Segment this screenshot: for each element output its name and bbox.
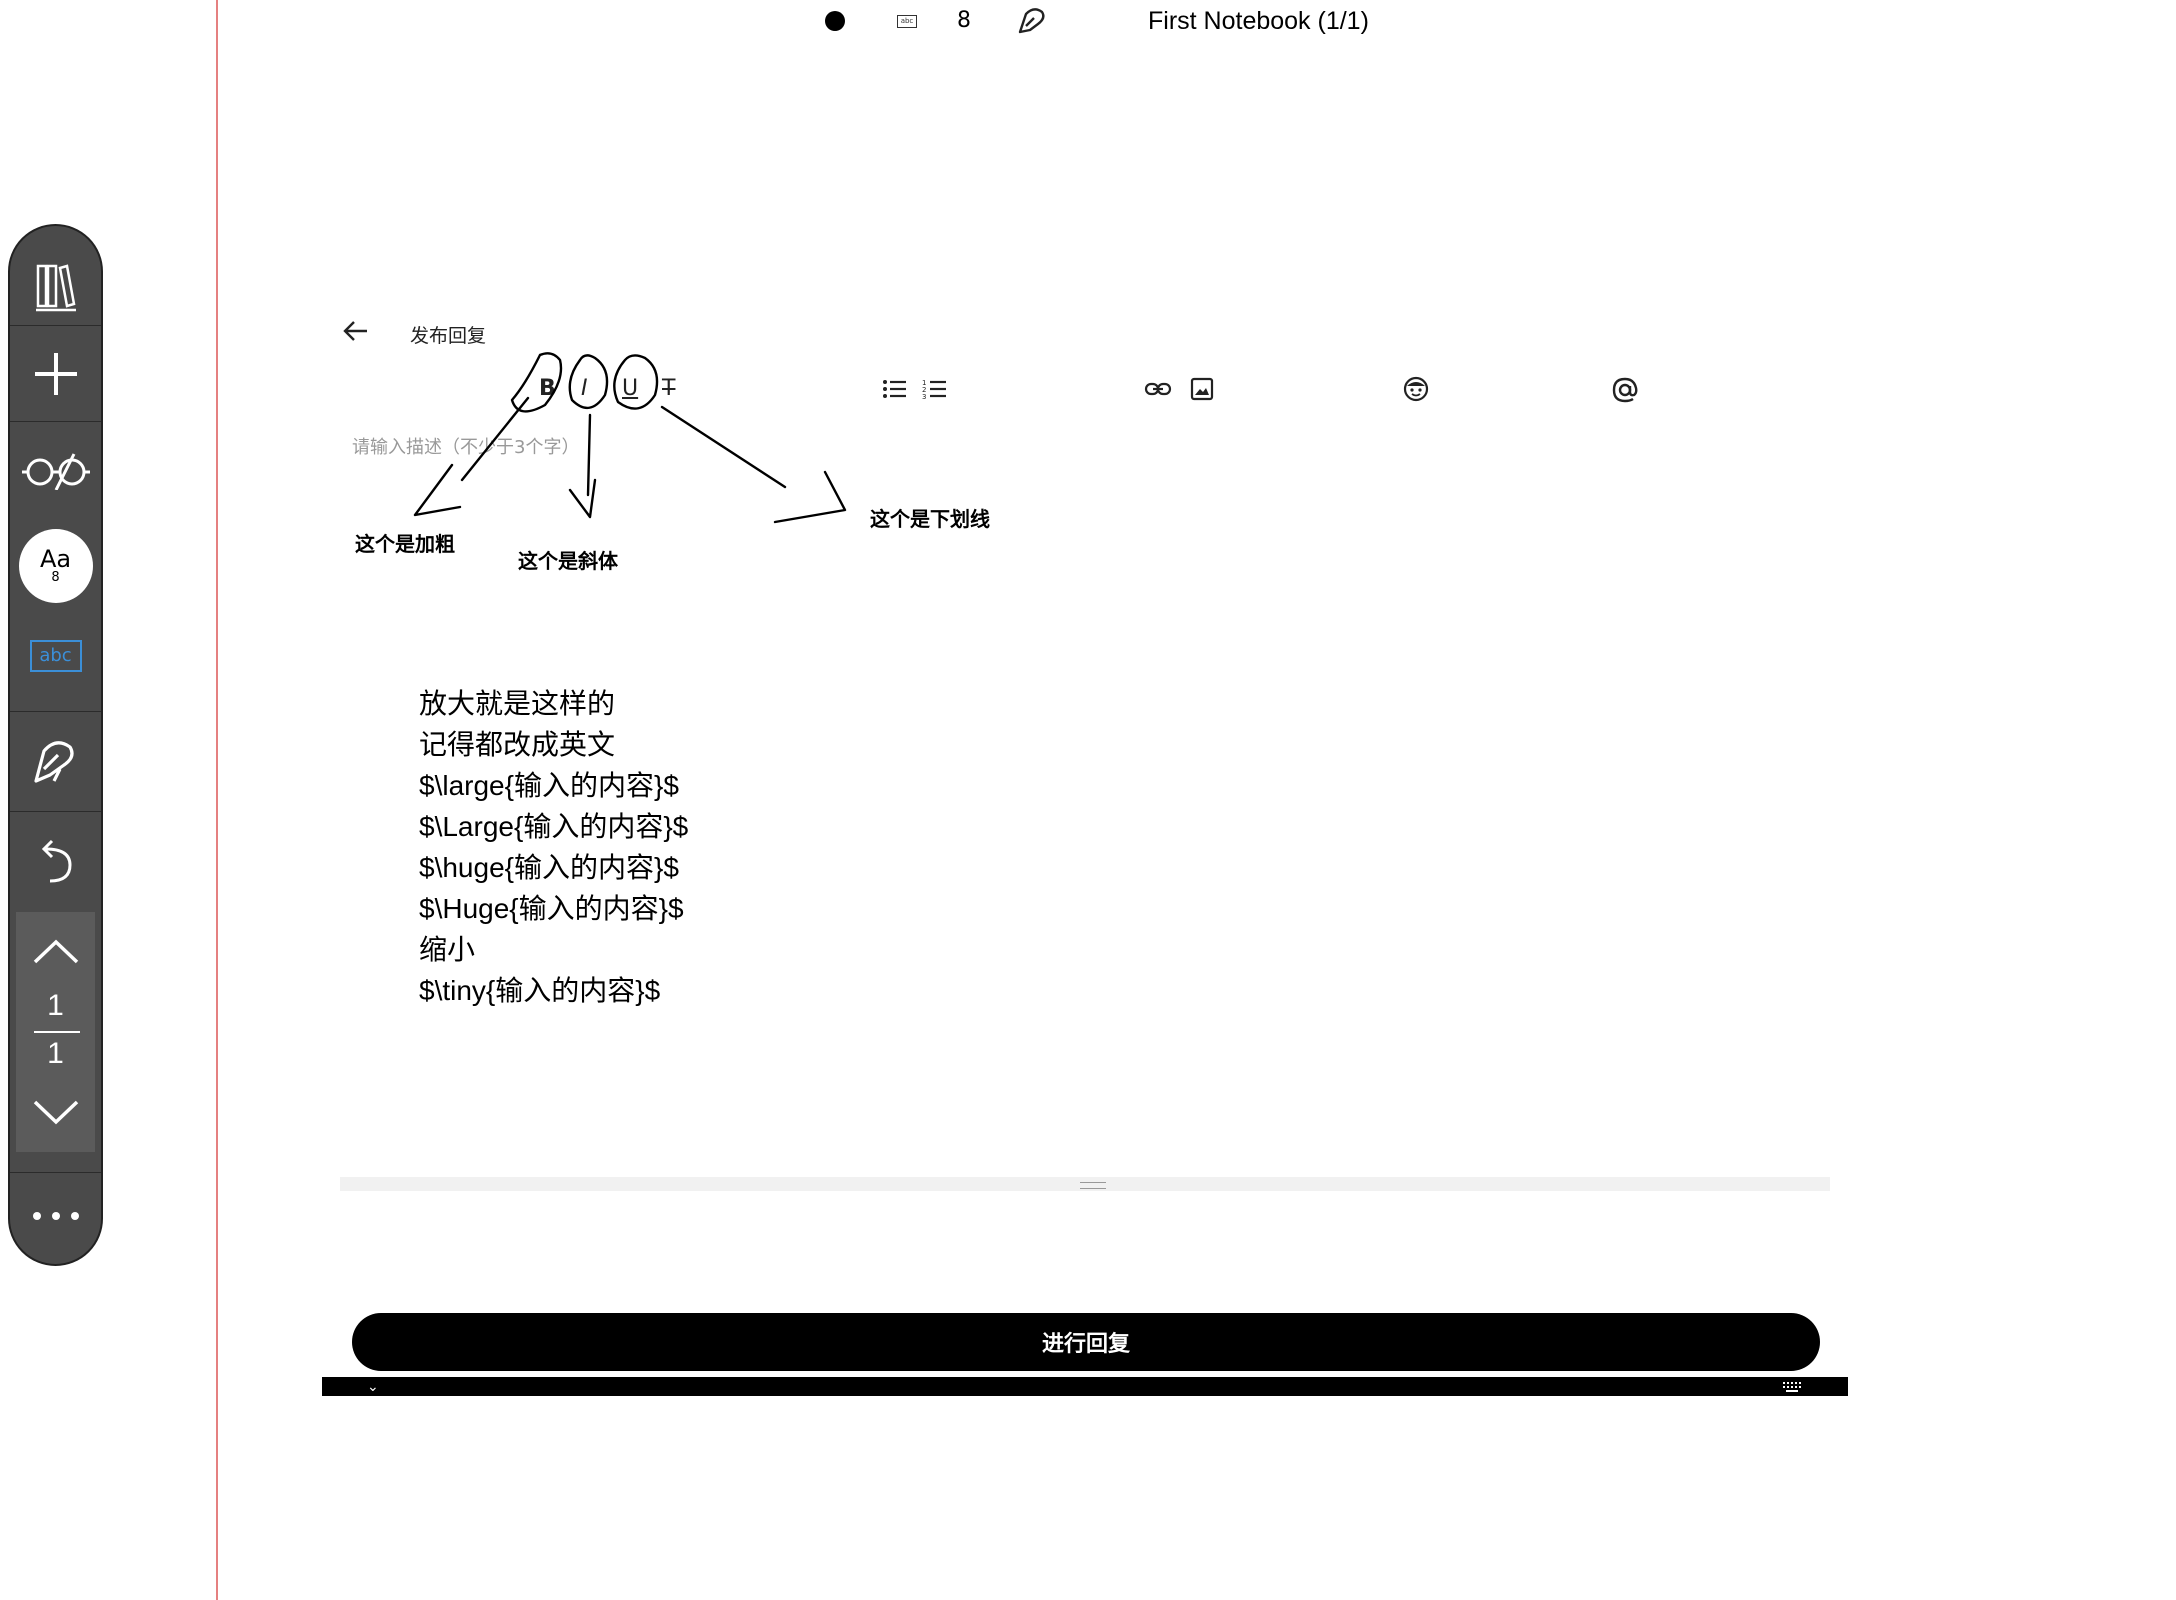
link-icon[interactable] [1144, 379, 1172, 399]
image-icon[interactable] [1190, 377, 1214, 401]
editor-resize-bar[interactable] [340, 1177, 1830, 1191]
emoji-icon[interactable] [1403, 376, 1429, 402]
bullet-list-icon[interactable] [882, 377, 908, 401]
glasses-icon [21, 453, 90, 490]
reply-panel: 发布回复 B I U T 123 请输入描述（不少于3个字） 这个是加粗 这个是… [322, 303, 1848, 1396]
more-icon [32, 1212, 79, 1220]
note-line: 记得都改成英文 [419, 729, 616, 760]
pen-tool-button[interactable] [10, 726, 101, 796]
clear-format-button[interactable]: T [662, 375, 675, 403]
font-settings-button[interactable]: Aa 8 [10, 524, 101, 608]
add-page-button[interactable] [10, 344, 101, 404]
margin-line [216, 0, 218, 1600]
font-label: Aa [39, 545, 72, 573]
page-title: 发布回复 [410, 325, 487, 347]
bold-button[interactable]: B [539, 375, 556, 403]
current-page: 1 [10, 986, 101, 1026]
svg-text:3: 3 [922, 393, 926, 401]
note-line: 放大就是这样的 [419, 688, 616, 719]
read-mode-button[interactable] [10, 440, 101, 500]
pen-color-dot[interactable] [825, 11, 845, 31]
page-divider [34, 1031, 80, 1033]
italic-annotation: 这个是斜体 [518, 549, 618, 573]
undo-button[interactable] [10, 826, 101, 896]
plus-icon [34, 353, 77, 395]
page-up-button[interactable] [10, 926, 101, 976]
font-badge: Aa 8 [18, 529, 93, 603]
underline-annotation: 这个是下划线 [870, 507, 990, 531]
handwritten-notes: 放大就是这样的 记得都改成英文 $\large{输入的内容}$ $\Large{… [419, 683, 688, 1011]
note-line: $\Huge{输入的内容}$ [419, 893, 684, 924]
underline-button[interactable]: U [622, 375, 638, 403]
drag-handle-icon[interactable] [1080, 1182, 1106, 1189]
font-size-indicator: 8 [957, 8, 971, 33]
note-line: $\tiny{输入的内容}$ [419, 975, 661, 1006]
description-input[interactable]: 请输入描述（不少于3个字） [352, 433, 579, 459]
tool-sidebar: Aa 8 abc 1 1 [8, 224, 103, 1266]
total-pages: 1 [10, 1034, 101, 1074]
mention-icon[interactable] [1611, 376, 1639, 404]
status-bar: abc 8 First Notebook (1/1) [0, 0, 2176, 44]
notebook-title: First Notebook (1/1) [1148, 7, 1369, 35]
text-tool-icon: abc [29, 640, 82, 672]
text-mode-icon[interactable]: abc [897, 15, 917, 28]
total-page-number: 1 [47, 1037, 64, 1070]
chevron-down-icon [33, 1100, 78, 1125]
text-tool-button[interactable]: abc [10, 626, 101, 686]
pen-icon [33, 741, 74, 783]
numbered-list-icon[interactable]: 123 [922, 377, 948, 401]
collapse-chevron-icon[interactable]: ⌄ [367, 1379, 379, 1395]
italic-button[interactable]: I [581, 375, 588, 403]
library-button[interactable] [10, 256, 101, 316]
pen-icon[interactable] [1016, 4, 1050, 38]
more-button[interactable] [10, 1186, 101, 1246]
page-down-button[interactable] [10, 1088, 101, 1138]
font-size-label: 8 [51, 570, 60, 585]
note-line: $\huge{输入的内容}$ [419, 852, 679, 883]
current-page-number: 1 [47, 989, 64, 1022]
chevron-up-icon [33, 939, 78, 964]
keyboard-icon[interactable] [1782, 1381, 1802, 1393]
bold-annotation: 这个是加粗 [355, 532, 455, 556]
library-icon [35, 264, 76, 312]
submit-reply-button[interactable]: 进行回复 [352, 1313, 1820, 1371]
note-line: $\large{输入的内容}$ [419, 770, 679, 801]
back-arrow-icon[interactable] [342, 319, 370, 343]
keyboard-strip [322, 1377, 1848, 1396]
note-line: $\Large{输入的内容}$ [419, 811, 689, 842]
undo-icon [41, 839, 72, 883]
note-line: 缩小 [419, 934, 476, 965]
